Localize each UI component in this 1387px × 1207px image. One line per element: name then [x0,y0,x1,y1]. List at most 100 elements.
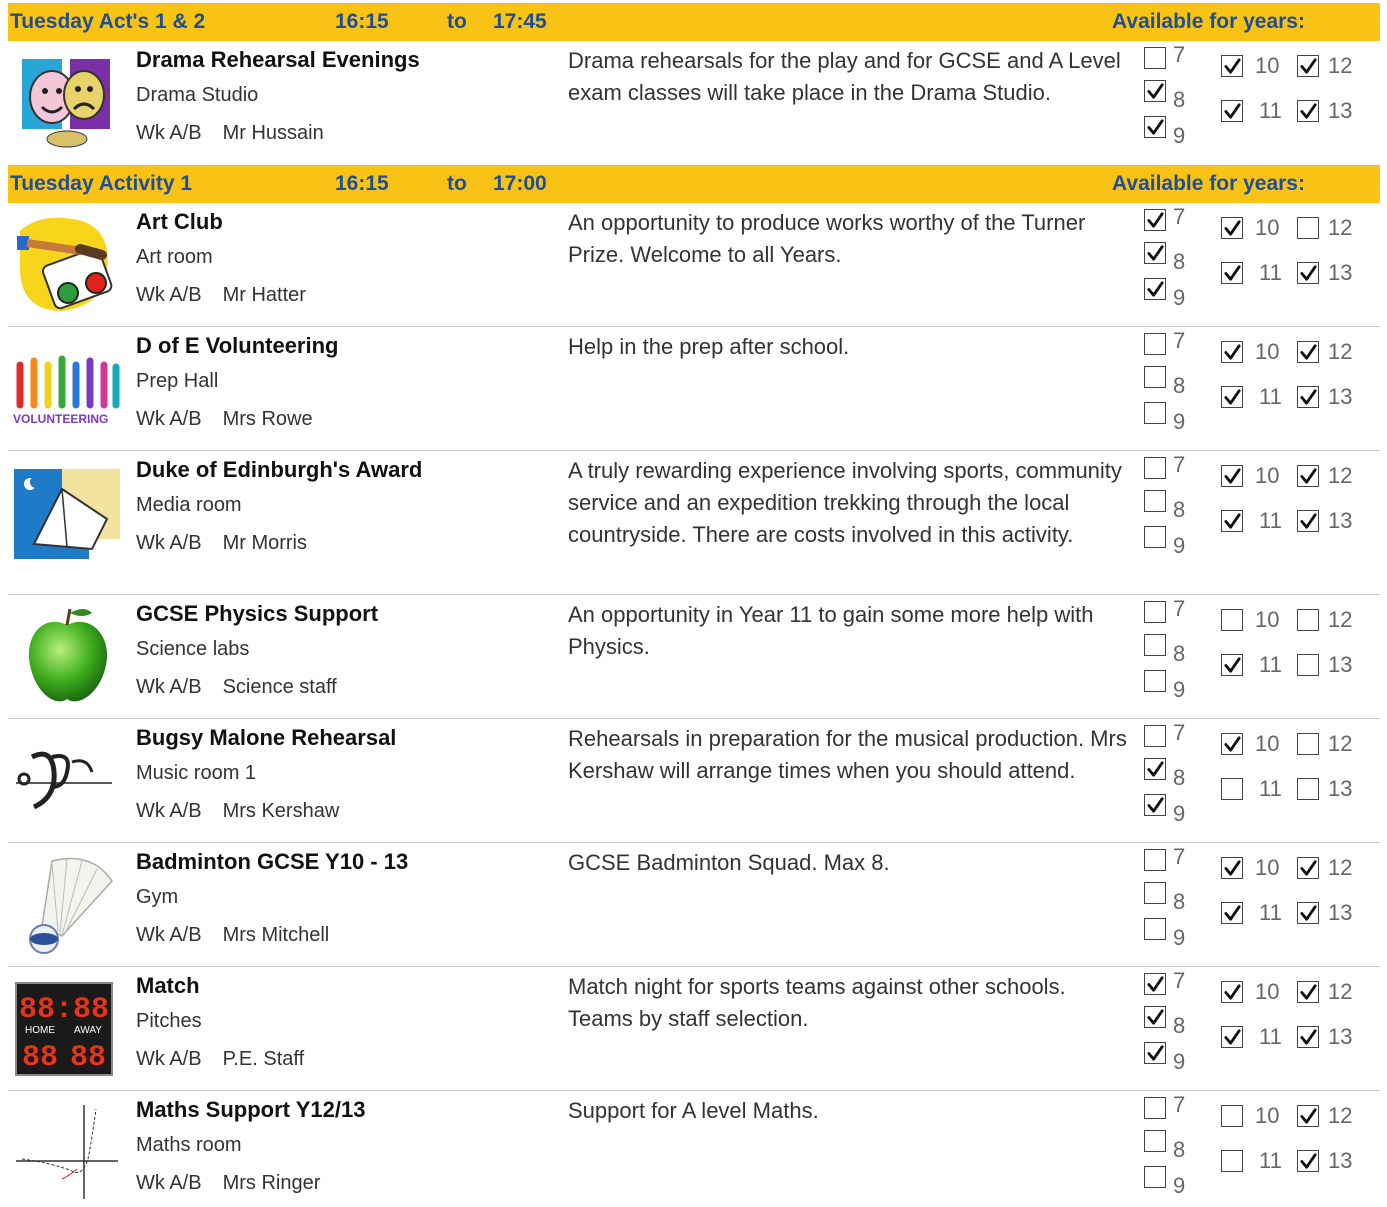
year-11-checkbox[interactable] [1221,902,1243,924]
year-12-checkbox[interactable] [1297,981,1319,1003]
year-11-checkbox[interactable] [1221,778,1243,800]
year-11-checkbox[interactable] [1221,654,1243,676]
year-8-checkbox[interactable] [1144,1130,1166,1152]
year-10-checkbox[interactable] [1221,609,1243,631]
year-8-label: 8 [1173,1137,1186,1162]
year-11-checkbox[interactable] [1221,1150,1243,1172]
section-header-tuesday-activity-1: Tuesday Activity 1 16:15 to 17:00 Availa… [8,165,1380,203]
year-13-label: 13 [1328,260,1353,285]
year-8-checkbox[interactable] [1144,758,1166,780]
year-8-checkbox[interactable] [1144,366,1166,388]
year-9-label: 9 [1173,533,1186,558]
activity-description: Match night for sports teams against oth… [568,974,1066,1031]
year-7-checkbox[interactable] [1144,47,1166,69]
year-7-checkbox[interactable] [1144,209,1166,231]
year-12-checkbox[interactable] [1297,733,1319,755]
year-8-checkbox[interactable] [1144,490,1166,512]
year-11-label: 11 [1259,776,1282,801]
year-10-checkbox[interactable] [1221,217,1243,239]
year-10-checkbox[interactable] [1221,55,1243,77]
year-7-label: 7 [1173,968,1186,993]
year-12-checkbox[interactable] [1297,1105,1319,1127]
year-13-option: 13 [1297,652,1352,678]
year-7-option: 7 [1144,204,1185,233]
activity-room: Prep Hall [136,370,219,392]
year-13-checkbox[interactable] [1297,386,1319,408]
year-9-checkbox[interactable] [1144,1166,1166,1188]
year-8-checkbox[interactable] [1144,242,1166,264]
activity-description: GCSE Badminton Squad. Max 8. [568,850,890,875]
activity-room: Media room [136,494,242,516]
year-11-label: 11 [1259,260,1282,285]
year-13-checkbox[interactable] [1297,510,1319,532]
year-13-option: 13 [1297,508,1352,534]
year-8-label: 8 [1173,249,1186,274]
year-9-option: 9 [1144,400,1185,434]
year-12-option: 12 [1297,1103,1352,1129]
activity-staff: Mrs Kershaw [222,800,340,822]
year-10-checkbox[interactable] [1221,733,1243,755]
year-7-checkbox[interactable] [1144,457,1166,479]
activity-row-badminton: Badminton GCSE Y10 - 13 Gym Wk A/B Mrs Mi… [8,843,1380,967]
year-8-checkbox[interactable] [1144,634,1166,656]
year-11-checkbox[interactable] [1221,100,1243,122]
year-10-checkbox[interactable] [1221,465,1243,487]
year-12-checkbox[interactable] [1297,857,1319,879]
year-12-checkbox[interactable] [1297,341,1319,363]
year-7-checkbox[interactable] [1144,973,1166,995]
year-12-checkbox[interactable] [1297,55,1319,77]
year-7-label: 7 [1173,1092,1186,1117]
year-13-checkbox[interactable] [1297,902,1319,924]
year-9-checkbox[interactable] [1144,918,1166,940]
year-9-checkbox[interactable] [1144,670,1166,692]
activity-row-match: 88:88 HOME AWAY 88 88 Match Pitches Wk A… [8,967,1380,1091]
activity-room: Pitches [136,1010,202,1032]
activity-staff: Mr Hatter [222,284,306,306]
year-7-checkbox[interactable] [1144,1097,1166,1119]
year-13-checkbox[interactable] [1297,100,1319,122]
year-10-checkbox[interactable] [1221,1105,1243,1127]
year-13-checkbox[interactable] [1297,654,1319,676]
year-9-checkbox[interactable] [1144,278,1166,300]
year-7-checkbox[interactable] [1144,601,1166,623]
year-11-checkbox[interactable] [1221,262,1243,284]
year-10-checkbox[interactable] [1221,981,1243,1003]
year-10-checkbox[interactable] [1221,341,1243,363]
year-10-option: 10 [1221,731,1279,757]
year-11-checkbox[interactable] [1221,1026,1243,1048]
year-9-checkbox[interactable] [1144,1042,1166,1064]
year-13-checkbox[interactable] [1297,778,1319,800]
year-12-checkbox[interactable] [1297,217,1319,239]
year-8-option: 8 [1144,1128,1185,1162]
activity-room: Gym [136,886,179,908]
year-12-checkbox[interactable] [1297,465,1319,487]
year-11-checkbox[interactable] [1221,510,1243,532]
year-8-checkbox[interactable] [1144,1006,1166,1028]
year-8-option: 8 [1144,756,1185,790]
year-10-checkbox[interactable] [1221,857,1243,879]
year-9-option: 9 [1144,668,1185,702]
year-8-checkbox[interactable] [1144,882,1166,904]
year-7-checkbox[interactable] [1144,725,1166,747]
year-7-checkbox[interactable] [1144,849,1166,871]
year-13-checkbox[interactable] [1297,1150,1319,1172]
year-9-checkbox[interactable] [1144,116,1166,138]
activity-staff: Mrs Mitchell [222,924,330,946]
year-13-checkbox[interactable] [1297,1026,1319,1048]
year-8-label: 8 [1173,765,1186,790]
year-12-checkbox[interactable] [1297,609,1319,631]
year-13-option: 13 [1297,900,1352,926]
year-13-label: 13 [1328,900,1353,925]
year-12-label: 12 [1328,463,1353,488]
year-8-checkbox[interactable] [1144,80,1166,102]
year-7-checkbox[interactable] [1144,333,1166,355]
year-13-checkbox[interactable] [1297,262,1319,284]
year-9-checkbox[interactable] [1144,402,1166,424]
year-9-checkbox[interactable] [1144,526,1166,548]
activity-room: Art room [136,246,213,268]
year-10-option: 10 [1221,53,1279,79]
year-12-option: 12 [1297,463,1352,489]
year-9-checkbox[interactable] [1144,794,1166,816]
year-11-checkbox[interactable] [1221,386,1243,408]
year-9-label: 9 [1173,285,1186,310]
